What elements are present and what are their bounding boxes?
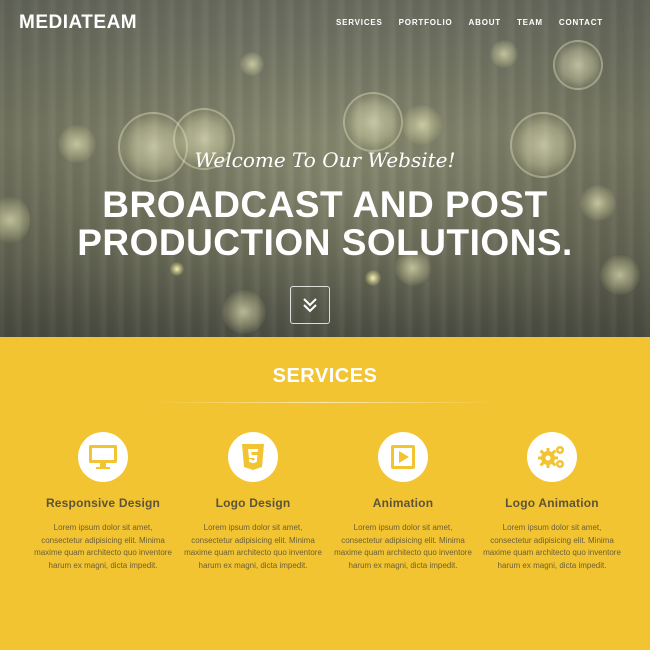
service-card: Logo Design Lorem ipsum dolor sit amet, … <box>178 432 328 572</box>
welcome-text: Welcome To Our Website! <box>194 148 456 172</box>
bokeh-light <box>170 262 184 276</box>
service-card: Logo Animation Lorem ipsum dolor sit ame… <box>477 432 627 572</box>
services-title: SERVICES <box>272 365 378 387</box>
bokeh-light <box>222 290 266 334</box>
nav-item-portfolio[interactable]: PORTFOLIO <box>399 18 453 27</box>
html5-icon <box>242 444 264 470</box>
bokeh-light <box>240 52 264 76</box>
bokeh-light <box>365 270 381 286</box>
service-description: Lorem ipsum dolor sit amet, consectetur … <box>483 523 621 570</box>
gears-icon <box>538 446 564 468</box>
service-description: Lorem ipsum dolor sit amet, consectetur … <box>34 523 172 570</box>
nav-item-contact[interactable]: CONTACT <box>559 18 603 27</box>
service-icon-circle <box>228 432 278 482</box>
bokeh-light <box>343 92 403 152</box>
nav-menu: SERVICES PORTFOLIO ABOUT TEAM CONTACT <box>320 18 603 27</box>
headline-line-1: BROADCAST AND POST <box>102 184 548 225</box>
service-description: Lorem ipsum dolor sit amet, consectetur … <box>184 523 322 570</box>
play-icon <box>391 445 415 469</box>
service-title: Responsive Design <box>45 496 161 510</box>
nav-item-team[interactable]: TEAM <box>517 18 543 27</box>
bokeh-light <box>553 40 603 90</box>
service-card: Animation Lorem ipsum dolor sit amet, co… <box>328 432 478 572</box>
hero-section: MEDIATEAM SERVICES PORTFOLIO ABOUT TEAM … <box>0 0 650 337</box>
monitor-icon <box>89 445 117 469</box>
service-icon-circle <box>527 432 577 482</box>
service-icon-circle <box>78 432 128 482</box>
nav-item-about[interactable]: ABOUT <box>469 18 501 27</box>
site-logo[interactable]: MEDIATEAM <box>19 12 137 34</box>
service-title: Logo Animation <box>505 496 599 510</box>
service-card: Responsive Design Lorem ipsum dolor sit … <box>28 432 178 572</box>
service-description: Lorem ipsum dolor sit amet, consectetur … <box>334 523 472 570</box>
scroll-down-button[interactable] <box>290 286 330 324</box>
service-title: Logo Design <box>215 496 291 510</box>
top-navigation: MEDIATEAM SERVICES PORTFOLIO ABOUT TEAM … <box>0 0 650 46</box>
section-divider <box>150 402 500 403</box>
service-title: Animation <box>372 496 434 510</box>
services-section: SERVICES Responsive Design Lorem ipsum d… <box>0 337 650 650</box>
service-icon-circle <box>378 432 428 482</box>
bokeh-light <box>402 105 442 145</box>
nav-item-services[interactable]: SERVICES <box>336 18 383 27</box>
double-chevron-down-icon <box>303 298 317 313</box>
headline-line-2: PRODUCTION SOLUTIONS. <box>77 222 573 263</box>
hero-headline: BROADCAST AND POST PRODUCTION SOLUTIONS. <box>0 186 650 262</box>
